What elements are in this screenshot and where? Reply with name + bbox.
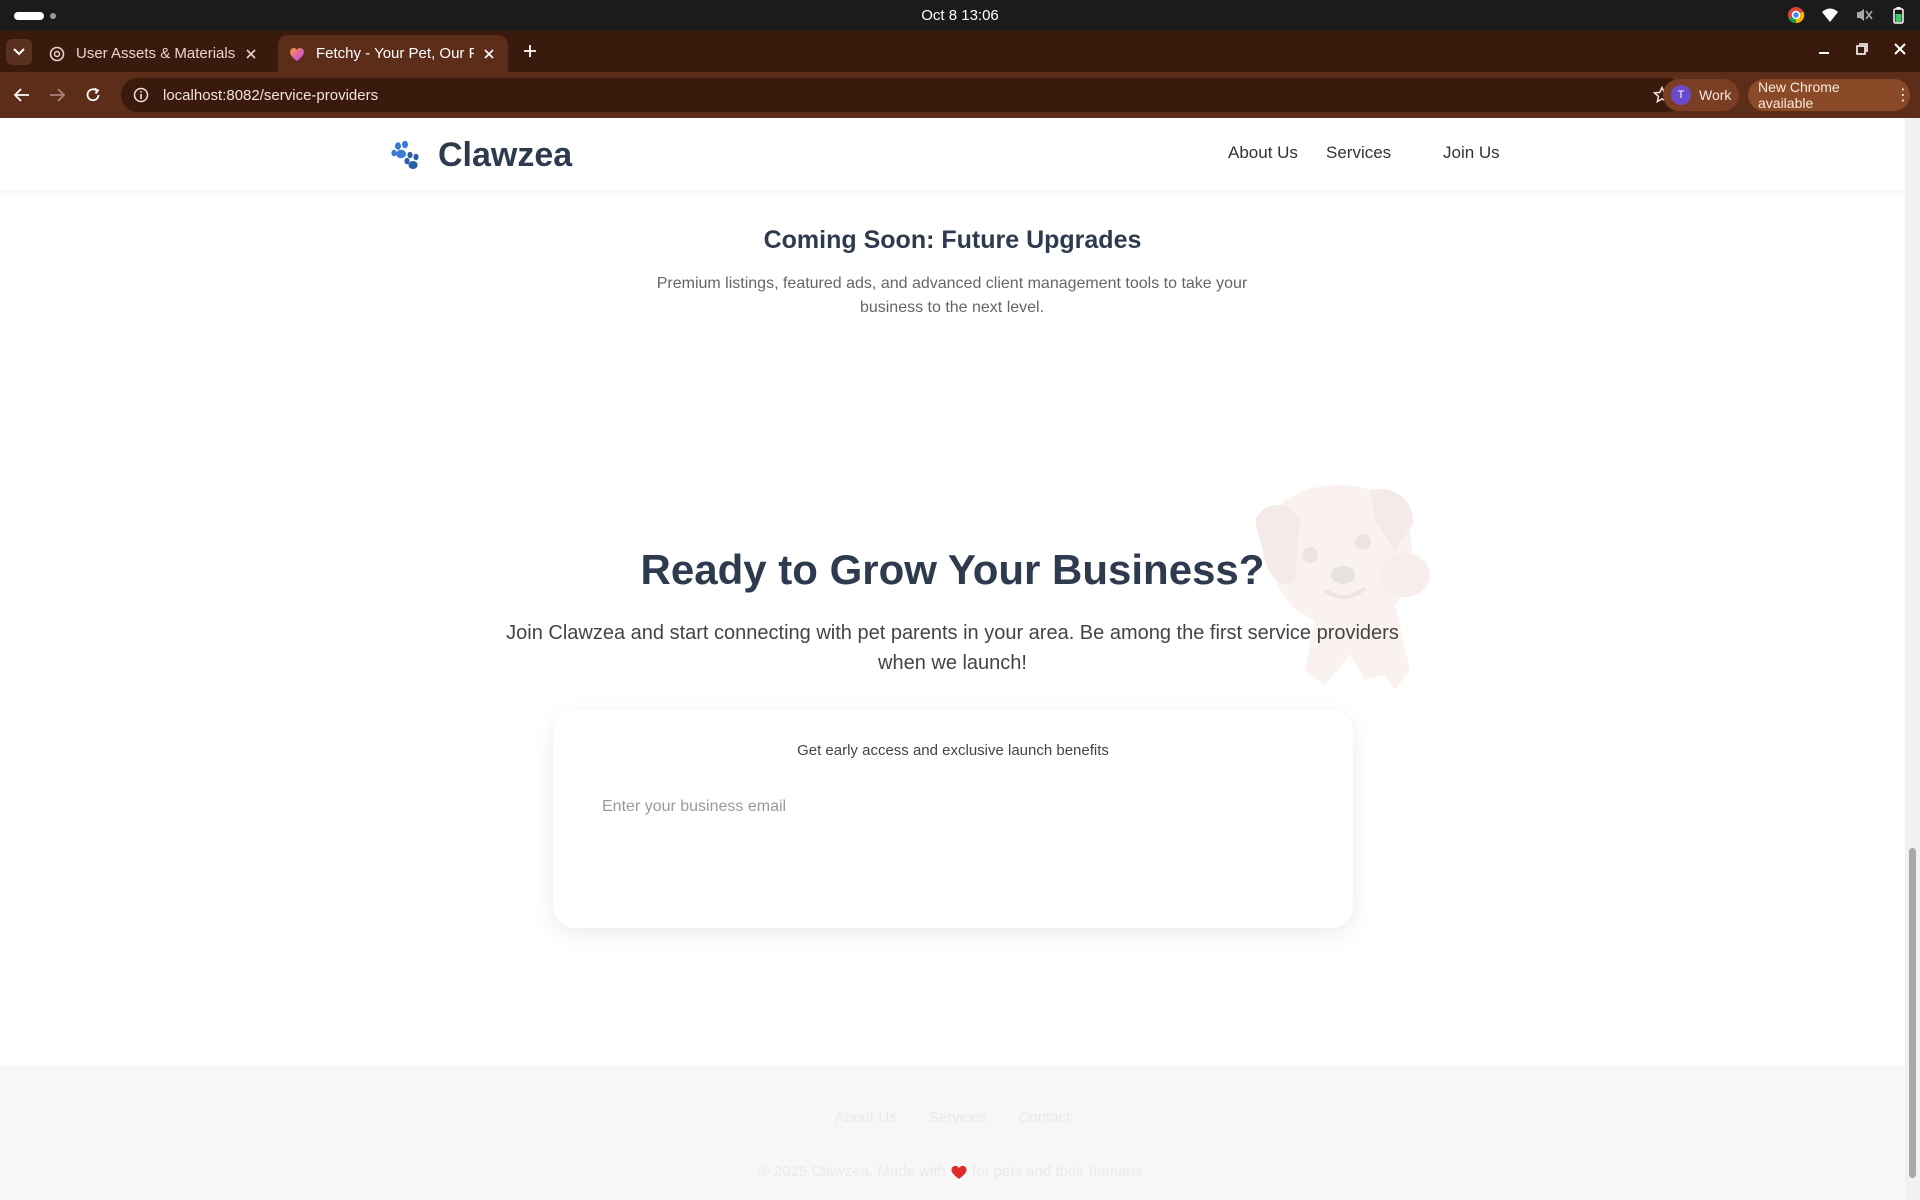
browser-toolbar: localhost:8082/service-providers T Work …	[0, 72, 1920, 118]
close-window-icon[interactable]	[1890, 39, 1910, 59]
nav-services[interactable]: Services	[1326, 143, 1391, 163]
kebab-menu-icon[interactable]: ⋮	[1895, 85, 1911, 105]
tab-title: User Assets & Materials	[76, 45, 236, 62]
window-controls	[1814, 39, 1910, 59]
scrollbar-thumb[interactable]	[1909, 848, 1916, 1178]
site-info-icon[interactable]	[129, 83, 153, 107]
fetchy-heart-icon	[288, 45, 306, 63]
signup-card: Get early access and exclusive launch be…	[553, 710, 1353, 928]
cta-description: Join Clawzea and start connecting with p…	[506, 622, 1399, 674]
browser-tab-strip: User Assets & Materials Fetchy - Your Pe…	[0, 31, 1920, 72]
chrome-icon[interactable]	[1786, 5, 1806, 25]
upgrades-heading: Coming Soon: Future Upgrades	[763, 226, 1142, 254]
forward-arrow-icon[interactable]	[45, 83, 69, 107]
footer-link-contact[interactable]: Contact	[1018, 1109, 1070, 1126]
reload-icon[interactable]	[81, 83, 105, 107]
new-tab-plus-icon[interactable]	[518, 39, 542, 63]
os-top-bar: Oct 8 13:06	[0, 0, 1920, 31]
chrome-update-button[interactable]: New Chrome available ⋮	[1748, 79, 1911, 111]
os-clock[interactable]: Oct 8 13:06	[0, 7, 1920, 24]
footer-nav: About Us Services Contact	[0, 1109, 1905, 1126]
page-viewport: Clawzea About Us Services Join Us Coming…	[0, 118, 1905, 1200]
browser-tab[interactable]: User Assets & Materials	[38, 35, 270, 72]
page-scrollbar[interactable]	[1905, 118, 1920, 1200]
close-tab-icon[interactable]	[480, 45, 498, 63]
system-tray[interactable]	[1786, 5, 1908, 25]
volume-muted-icon[interactable]	[1854, 5, 1874, 25]
footer-copyright: © 2025 Clawzea. Made with for pets and t…	[0, 1163, 1905, 1180]
business-email-input[interactable]	[585, 786, 1321, 828]
url-text[interactable]: localhost:8082/service-providers	[163, 87, 378, 104]
copyright-text-end: for pets and their humans.	[972, 1163, 1147, 1180]
upgrades-description: Premium listings, featured ads, and adva…	[656, 275, 1248, 316]
wifi-icon[interactable]	[1820, 5, 1840, 25]
openai-icon	[48, 45, 66, 63]
site-footer: About Us Services Contact © 2025 Clawzea…	[0, 1066, 1905, 1200]
site-logo[interactable]: Clawzea	[390, 136, 572, 175]
chevron-down-icon	[13, 48, 25, 56]
signup-note: Get early access and exclusive launch be…	[797, 742, 1109, 759]
copyright-text-start: © 2025 Clawzea. Made with	[758, 1163, 946, 1180]
battery-icon[interactable]	[1888, 5, 1908, 25]
tab-search-button[interactable]	[6, 39, 32, 65]
nav-join-us[interactable]: Join Us	[1443, 143, 1500, 163]
minimize-icon[interactable]	[1814, 39, 1834, 59]
cta-heading: Ready to Grow Your Business?	[640, 546, 1265, 593]
update-label: New Chrome available	[1758, 79, 1840, 111]
profile-button[interactable]: T Work	[1663, 79, 1739, 111]
back-arrow-icon[interactable]	[10, 83, 34, 107]
brand-name: Clawzea	[438, 136, 573, 174]
tab-title: Fetchy - Your Pet, Our Pr	[316, 45, 474, 62]
profile-label: Work	[1699, 87, 1732, 103]
browser-tab-active[interactable]: Fetchy - Your Pet, Our Pr	[278, 35, 508, 72]
site-header: Clawzea About Us Services Join Us	[0, 118, 1905, 190]
heart-icon	[950, 1164, 968, 1180]
footer-link-about-us[interactable]: About Us	[835, 1109, 897, 1126]
address-bar[interactable]: localhost:8082/service-providers	[121, 78, 1684, 112]
restore-icon[interactable]	[1852, 39, 1872, 59]
nav-about-us[interactable]: About Us	[1228, 143, 1298, 163]
avatar: T	[1671, 85, 1691, 105]
footer-link-services[interactable]: Services	[929, 1109, 987, 1126]
paw-icon	[390, 140, 420, 171]
close-tab-icon[interactable]	[242, 45, 260, 63]
